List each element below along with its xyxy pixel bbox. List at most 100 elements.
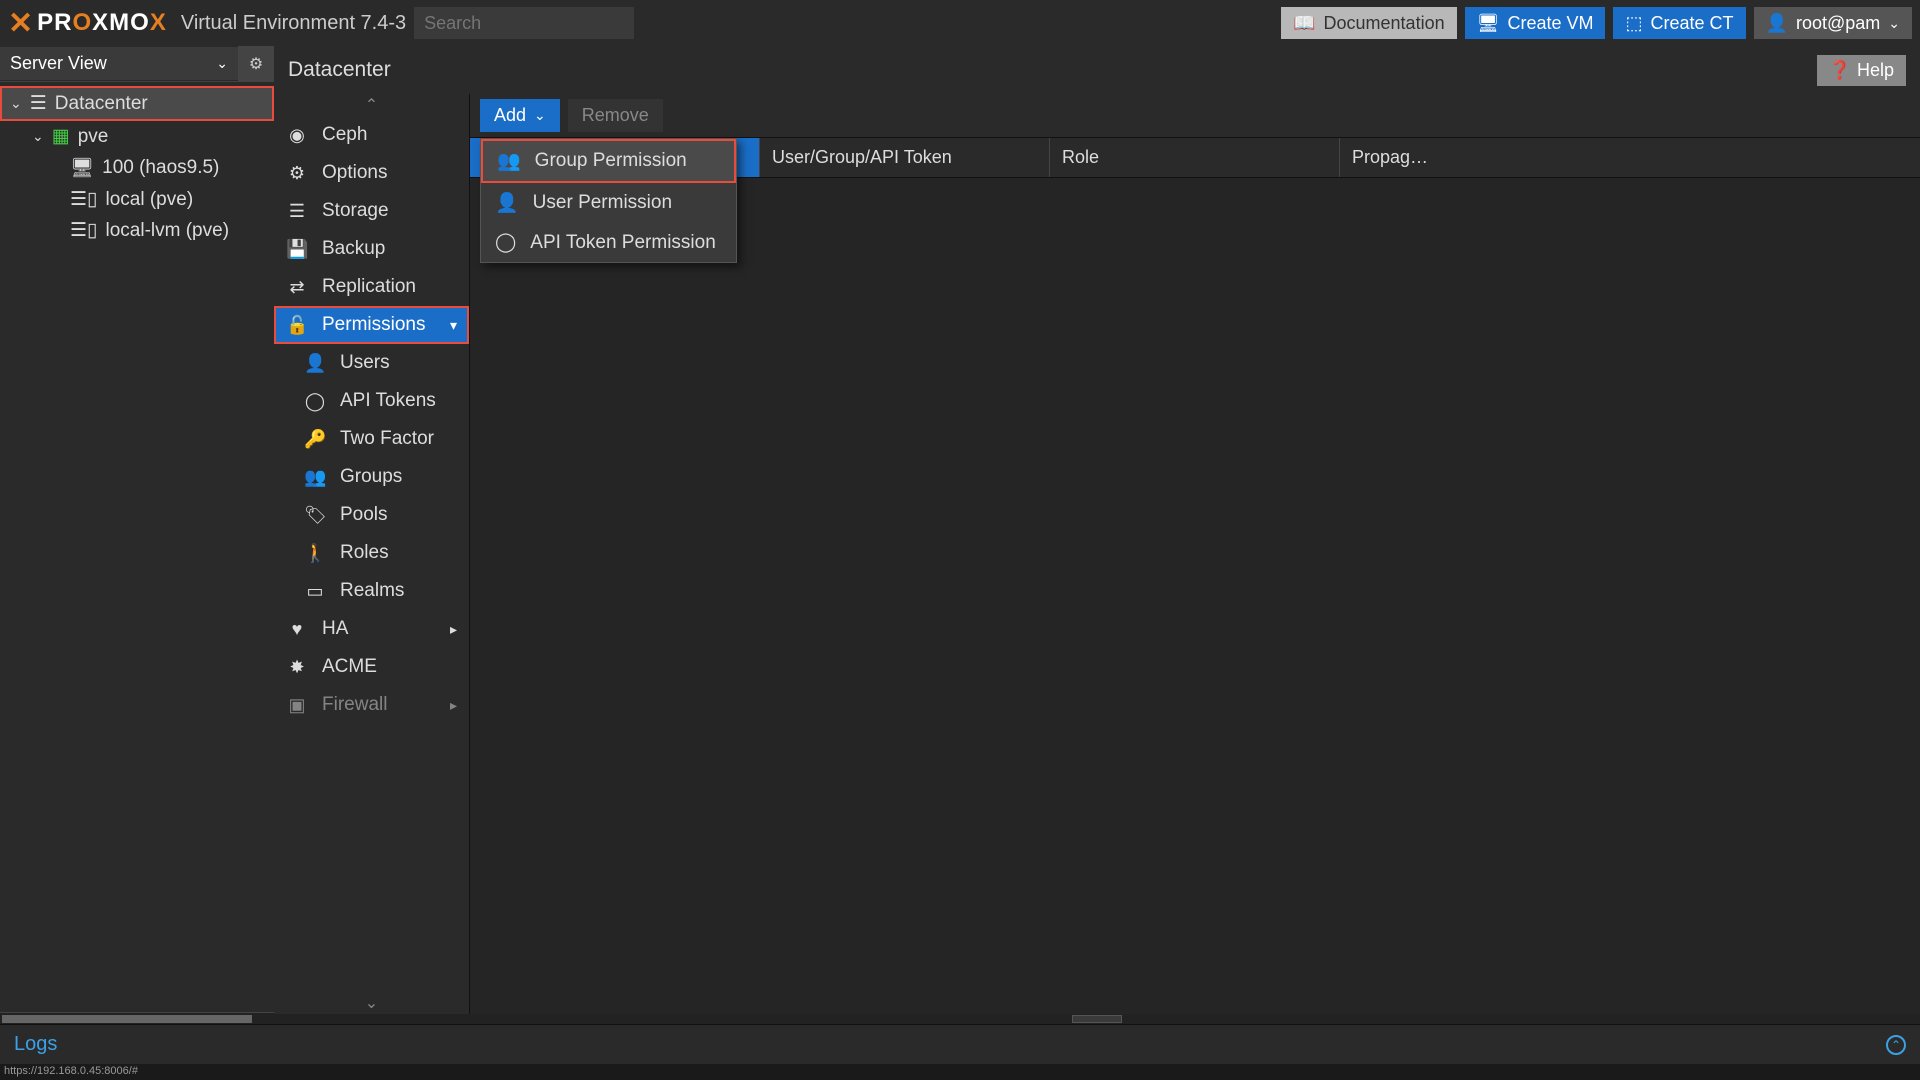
view-selector[interactable]: Server View ⌄ xyxy=(0,47,238,80)
nav-groups[interactable]: 👥Groups xyxy=(274,458,469,496)
dropdown-api-token-permission[interactable]: ◯ API Token Permission xyxy=(481,223,736,262)
collapse-grip-icon xyxy=(1072,1015,1122,1023)
add-button[interactable]: Add ⌄ xyxy=(480,99,560,132)
tree-item-storage-local[interactable]: ☰▯ local (pve) xyxy=(0,184,274,215)
status-url: https://192.168.0.45:8006/# xyxy=(4,1065,138,1077)
column-user[interactable]: User/Group/API Token xyxy=(760,138,1050,177)
chevron-right-icon: ▸ xyxy=(450,697,457,714)
database-icon: ☰▯ xyxy=(70,219,98,242)
nav-options[interactable]: ⚙Options xyxy=(274,154,469,192)
user-icon: 👤 xyxy=(304,353,326,374)
chevron-down-icon: ▾ xyxy=(450,317,457,334)
search-input[interactable] xyxy=(414,7,634,39)
nav-firewall[interactable]: ▣Firewall▸ xyxy=(274,686,469,724)
book-icon: 📖 xyxy=(1293,13,1315,34)
documentation-button[interactable]: 📖 Documentation xyxy=(1281,7,1457,39)
server-icon: ☰ xyxy=(30,92,47,115)
ceph-icon: ◉ xyxy=(286,125,308,146)
horizontal-scrollbar[interactable] xyxy=(0,1012,274,1024)
dropdown-group-permission[interactable]: 👥 Group Permission xyxy=(481,139,736,183)
chevron-down-icon: ⌄ xyxy=(365,993,378,1013)
chevron-down-icon: ⌄ xyxy=(534,107,546,124)
settings-button[interactable]: ⚙ xyxy=(238,46,274,82)
scrollbar-thumb[interactable] xyxy=(2,1015,252,1023)
main-area: Server View ⌄ ⚙ ⌄ ☰ Datacenter ⌄ ▦ pve 🖥… xyxy=(0,46,1920,1024)
chevron-up-icon: ⌃ xyxy=(1891,1038,1901,1052)
help-button[interactable]: ❓ Help xyxy=(1817,55,1906,86)
tree-item-datacenter[interactable]: ⌄ ☰ Datacenter xyxy=(0,86,274,121)
main-panel: Add ⌄ Remove Path User/Group/API Token R… xyxy=(470,94,1920,1014)
column-role[interactable]: Role xyxy=(1050,138,1340,177)
version-text: Virtual Environment 7.4-3 xyxy=(181,12,406,35)
nav-two-factor[interactable]: 🔑Two Factor xyxy=(274,420,469,458)
chevron-down-icon: ⌄ xyxy=(1888,15,1900,32)
logs-panel[interactable]: Logs ⌃ xyxy=(0,1024,1920,1064)
nav-pools[interactable]: 🏷Pools xyxy=(274,496,469,534)
nav-permissions[interactable]: 🔓Permissions▾ xyxy=(274,306,469,344)
logo-icon: ✕ xyxy=(8,6,33,41)
nav-scroll-up[interactable]: ⌃ xyxy=(274,94,469,116)
chevron-down-icon: ⌄ xyxy=(216,55,228,72)
user-icon: 👤 xyxy=(495,191,519,215)
nav-items: ◉Ceph ⚙Options ☰Storage 💾Backup ⇄Replica… xyxy=(274,116,469,992)
tree-item-storage-lvm[interactable]: ☰▯ local-lvm (pve) xyxy=(0,215,274,246)
left-panel: Server View ⌄ ⚙ ⌄ ☰ Datacenter ⌄ ▦ pve 🖥… xyxy=(0,46,274,1024)
gear-icon: ⚙ xyxy=(249,54,263,74)
person-icon: 🚶 xyxy=(304,543,326,564)
panel-collapse-handle[interactable] xyxy=(274,1014,1920,1024)
save-icon: 💾 xyxy=(286,239,308,260)
chevron-right-icon: ▸ xyxy=(450,621,457,638)
right-area: Datacenter ❓ Help ⌃ ◉Ceph ⚙Options ☰Stor… xyxy=(274,46,1920,1024)
unlock-icon: 🔓 xyxy=(286,315,308,336)
nav-api-tokens[interactable]: ◯API Tokens xyxy=(274,382,469,420)
logs-toggle-button[interactable]: ⌃ xyxy=(1886,1035,1906,1055)
chevron-down-icon: ⌄ xyxy=(32,128,44,145)
group-icon: 👥 xyxy=(497,149,521,173)
logs-title: Logs xyxy=(14,1033,57,1056)
tree-item-node[interactable]: ⌄ ▦ pve xyxy=(0,121,274,152)
nav-storage[interactable]: ☰Storage xyxy=(274,192,469,230)
tree-item-vm[interactable]: 🖥 100 (haos9.5) xyxy=(0,152,274,184)
monitor-icon: 🖥 xyxy=(70,156,94,180)
nav-roles[interactable]: 🚶Roles xyxy=(274,534,469,572)
nav-ha[interactable]: ♥HA▸ xyxy=(274,610,469,648)
nav-users[interactable]: 👤Users xyxy=(274,344,469,382)
key-icon: 🔑 xyxy=(304,429,326,450)
user-icon: 👤 xyxy=(1766,13,1788,34)
logo: ✕ PROXMOX xyxy=(8,6,167,41)
column-propagate[interactable]: Propag… xyxy=(1340,138,1920,177)
database-icon: ☰▯ xyxy=(70,188,98,211)
breadcrumb-title: Datacenter xyxy=(288,58,391,82)
toolbar: Add ⌄ Remove xyxy=(470,94,1920,138)
nav-realms[interactable]: ▭Realms xyxy=(274,572,469,610)
heartbeat-icon: ♥ xyxy=(286,619,308,640)
nav-acme[interactable]: ✸ACME xyxy=(274,648,469,686)
help-icon: ❓ xyxy=(1829,60,1851,81)
create-ct-button[interactable]: ⬚ Create CT xyxy=(1613,7,1745,39)
create-vm-button[interactable]: 🖥 Create VM xyxy=(1465,7,1606,39)
id-icon: ▭ xyxy=(304,581,326,602)
chevron-down-icon: ⌄ xyxy=(10,95,22,112)
nav-replication[interactable]: ⇄Replication xyxy=(274,268,469,306)
remove-button[interactable]: Remove xyxy=(568,99,663,132)
resource-tree: ⌄ ☰ Datacenter ⌄ ▦ pve 🖥 100 (haos9.5) ☰… xyxy=(0,82,274,1012)
nav-ceph[interactable]: ◉Ceph xyxy=(274,116,469,154)
status-bar: https://192.168.0.45:8006/# xyxy=(0,1064,1920,1080)
cert-icon: ✸ xyxy=(286,657,308,678)
user-menu-button[interactable]: 👤 root@pam ⌄ xyxy=(1754,7,1912,39)
cube-icon: ⬚ xyxy=(1625,13,1642,34)
content-area: ⌃ ◉Ceph ⚙Options ☰Storage 💾Backup ⇄Repli… xyxy=(274,94,1920,1014)
database-icon: ☰ xyxy=(286,201,308,222)
nav-backup[interactable]: 💾Backup xyxy=(274,230,469,268)
breadcrumb-bar: Datacenter ❓ Help xyxy=(274,46,1920,94)
gear-icon: ⚙ xyxy=(286,163,308,184)
nav-panel: ⌃ ◉Ceph ⚙Options ☰Storage 💾Backup ⇄Repli… xyxy=(274,94,470,1014)
monitor-icon: 🖥 xyxy=(1477,13,1500,34)
dropdown-user-permission[interactable]: 👤 User Permission xyxy=(481,183,736,223)
add-dropdown-menu: 👥 Group Permission 👤 User Permission ◯ A… xyxy=(480,138,737,263)
group-icon: 👥 xyxy=(304,467,326,488)
nav-scroll-down[interactable]: ⌄ xyxy=(274,992,469,1014)
node-icon: ▦ xyxy=(52,125,70,148)
tag-icon: 🏷 xyxy=(304,505,326,526)
shield-icon: ▣ xyxy=(286,695,308,716)
